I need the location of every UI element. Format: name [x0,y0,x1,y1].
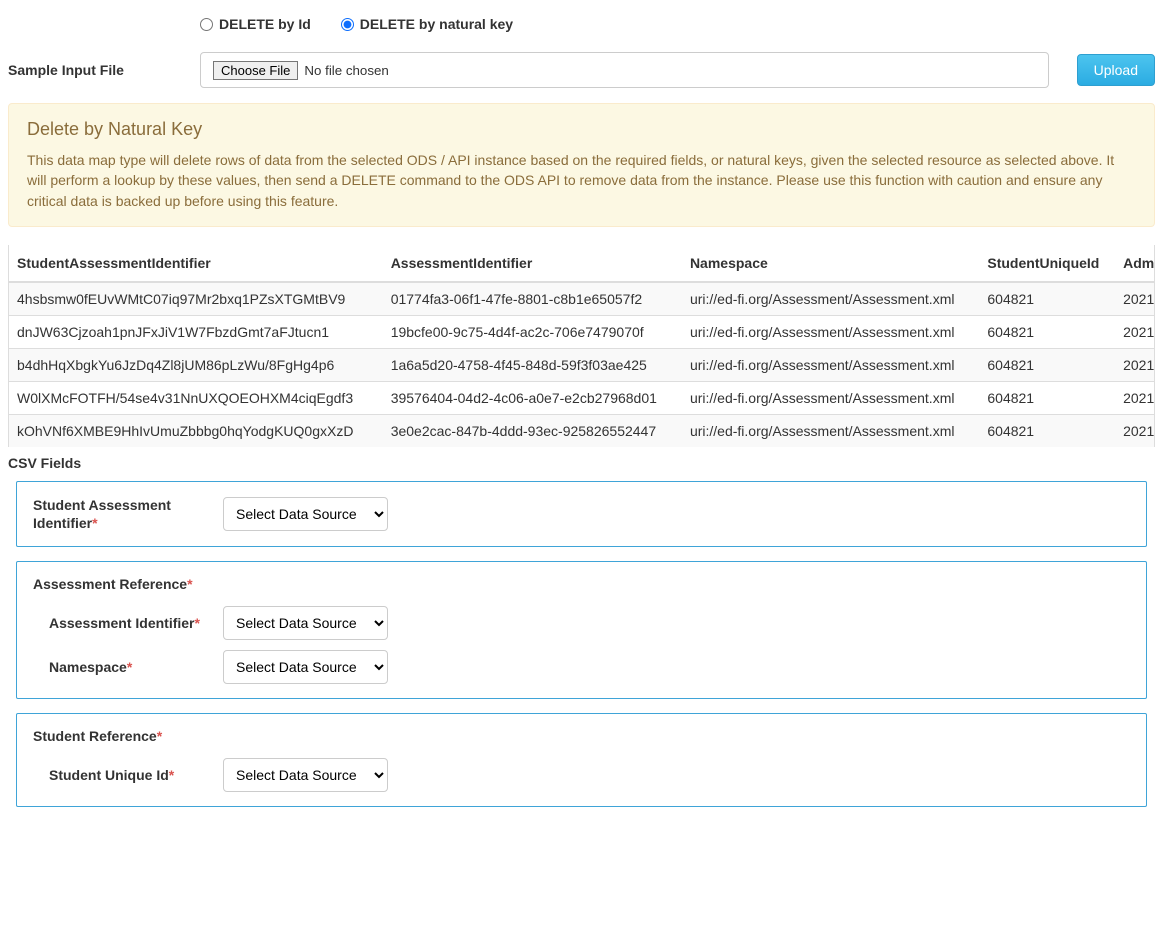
delete-mode-radio-group: DELETE by Id DELETE by natural key [200,8,1155,32]
table-cell: uri://ed-fi.org/Assessment/Assessment.xm… [682,381,979,414]
delete-by-natural-key-radio-label[interactable]: DELETE by natural key [341,16,513,32]
table-cell: 604821 [979,348,1115,381]
table-cell: kOhVNf6XMBE9HhIvUmuZbbbg0hqYodgKUQ0gxXzD [9,414,383,447]
file-status-text: No file chosen [304,63,388,78]
table-row: b4dhHqXbgkYu6JzDq4Zl8jUM86pLzWu/8FgHg4p6… [9,348,1155,381]
table-cell: 4hsbsmw0fEUvWMtC07iq97Mr2bxq1PZsXTGMtBV9 [9,282,383,316]
student-reference-heading: Student Reference* [33,728,1130,744]
student-assessment-identifier-select[interactable]: Select Data Source [223,497,388,531]
table-cell: 604821 [979,315,1115,348]
table-cell: 604821 [979,282,1115,316]
column-header: AdministrationDate [1115,245,1155,282]
column-header: Namespace [682,245,979,282]
delete-by-id-radio-label[interactable]: DELETE by Id [200,16,311,32]
table-cell: 1a6a5d20-4758-4f45-848d-59f3f03ae425 [383,348,682,381]
table-cell: b4dhHqXbgkYu6JzDq4Zl8jUM86pLzWu/8FgHg4p6 [9,348,383,381]
assessment-identifier-select[interactable]: Select Data Source [223,606,388,640]
table-cell: 2021-09-28 15:00 [1115,282,1155,316]
file-input[interactable]: Choose File No file chosen [200,52,1049,88]
student-unique-id-select[interactable]: Select Data Source [223,758,388,792]
table-row: dnJW63Cjzoah1pnJFxJiV1W7FbzdGmt7aFJtucn1… [9,315,1155,348]
table-cell: 604821 [979,414,1115,447]
column-header: AssessmentIdentifier [383,245,682,282]
table-row: 4hsbsmw0fEUvWMtC07iq97Mr2bxq1PZsXTGMtBV9… [9,282,1155,316]
table-cell: 2021-10-29 15:00 [1115,414,1155,447]
preview-table: StudentAssessmentIdentifierAssessmentIde… [9,245,1155,447]
student-assessment-identifier-label: Student Assessment Identifier* [33,496,223,532]
delete-by-id-text: DELETE by Id [219,16,311,32]
panel-student-reference: Student Reference* Student Unique Id* Se… [16,713,1147,807]
table-cell: uri://ed-fi.org/Assessment/Assessment.xm… [682,348,979,381]
table-cell: uri://ed-fi.org/Assessment/Assessment.xm… [682,282,979,316]
choose-file-button[interactable]: Choose File [213,61,298,80]
column-header: StudentUniqueId [979,245,1115,282]
csv-fields-heading: CSV Fields [8,455,1155,471]
table-cell: 3e0e2cac-847b-4ddd-93ec-925826552447 [383,414,682,447]
delete-by-natural-key-text: DELETE by natural key [360,16,513,32]
table-row: W0lXMcFOTFH/54se4v31NnUXQOEOHXM4ciqEgdf3… [9,381,1155,414]
panel-assessment-reference: Assessment Reference* Assessment Identif… [16,561,1147,699]
table-cell: 39576404-04d2-4c06-a0e7-e2cb27968d01 [383,381,682,414]
table-cell: uri://ed-fi.org/Assessment/Assessment.xm… [682,414,979,447]
table-cell: dnJW63Cjzoah1pnJFxJiV1W7FbzdGmt7aFJtucn1 [9,315,383,348]
upload-button[interactable]: Upload [1077,54,1155,86]
info-alert: Delete by Natural Key This data map type… [8,103,1155,227]
table-cell: 2021-10-29 15:00 [1115,348,1155,381]
delete-by-id-radio[interactable] [200,18,213,31]
assessment-identifier-label: Assessment Identifier* [33,614,223,632]
table-cell: 2021-10-29 15:00 [1115,315,1155,348]
table-cell: 2021-09-28 15:00 [1115,381,1155,414]
table-row: kOhVNf6XMBE9HhIvUmuZbbbg0hqYodgKUQ0gxXzD… [9,414,1155,447]
assessment-reference-heading: Assessment Reference* [33,576,1130,592]
alert-body: This data map type will delete rows of d… [27,150,1136,211]
column-header: StudentAssessmentIdentifier [9,245,383,282]
table-cell: W0lXMcFOTFH/54se4v31NnUXQOEOHXM4ciqEgdf3 [9,381,383,414]
delete-by-natural-key-radio[interactable] [341,18,354,31]
table-cell: 19bcfe00-9c75-4d4f-ac2c-706e7479070f [383,315,682,348]
table-cell: 604821 [979,381,1115,414]
alert-title: Delete by Natural Key [27,119,1136,140]
table-cell: 01774fa3-06f1-47fe-8801-c8b1e65057f2 [383,282,682,316]
preview-table-scroll[interactable]: StudentAssessmentIdentifierAssessmentIde… [8,245,1155,447]
sample-file-row: Sample Input File Choose File No file ch… [8,52,1155,88]
namespace-select[interactable]: Select Data Source [223,650,388,684]
namespace-label: Namespace* [33,658,223,676]
student-unique-id-label: Student Unique Id* [33,766,223,784]
sample-file-label: Sample Input File [8,62,200,78]
table-cell: uri://ed-fi.org/Assessment/Assessment.xm… [682,315,979,348]
panel-student-assessment-identifier: Student Assessment Identifier* Select Da… [16,481,1147,547]
